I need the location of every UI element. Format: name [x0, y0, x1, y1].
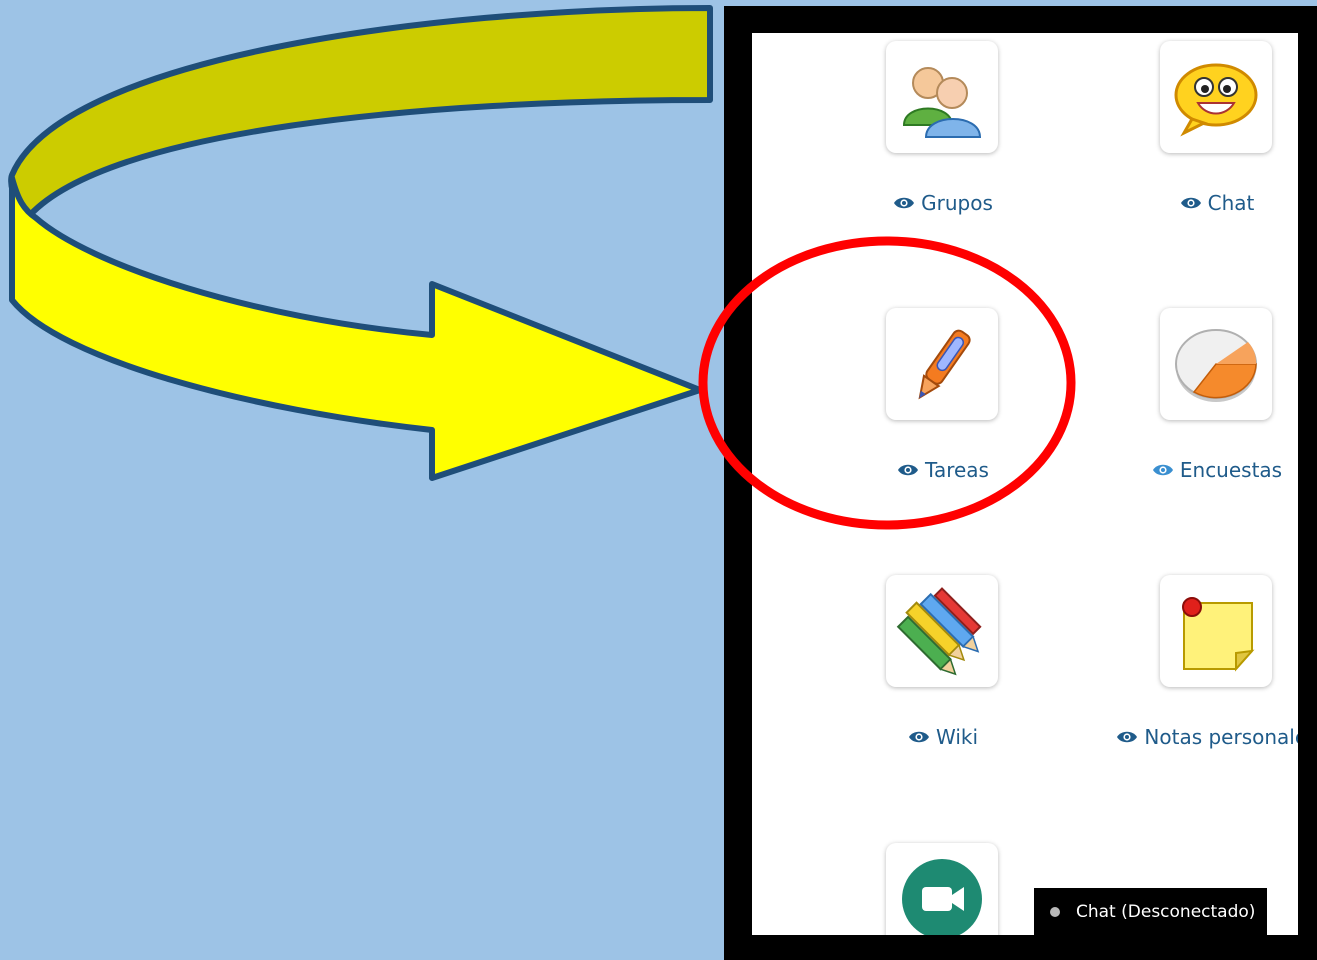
tool-label[interactable]: Chat — [1082, 191, 1298, 215]
groups-icon[interactable] — [886, 41, 998, 153]
eye-icon — [908, 725, 930, 749]
video-camera-icon[interactable] — [886, 843, 998, 935]
tool-label[interactable]: Grupos — [808, 191, 1078, 215]
pie-chart-icon[interactable] — [1160, 308, 1272, 420]
eye-icon — [897, 458, 919, 482]
eye-icon — [1116, 725, 1138, 749]
tool-label[interactable]: Tareas — [808, 458, 1078, 482]
eye-icon — [1152, 458, 1174, 482]
eye-icon — [893, 191, 915, 215]
colored-pencils-icon[interactable] — [886, 575, 998, 687]
eye-icon — [1180, 191, 1202, 215]
chat-smiley-icon[interactable] — [1160, 41, 1272, 153]
course-tools-panel: Grupos Chat Tareas Encuestas Wiki Notas … — [752, 33, 1298, 935]
chat-status-label[interactable]: Chat (Desconectado) — [1076, 902, 1255, 922]
chat-status-button[interactable]: Chat (Desconectado) — [1034, 888, 1267, 936]
offline-status-dot — [1050, 907, 1060, 917]
tool-label[interactable]: Encuestas — [1082, 458, 1298, 482]
tool-label[interactable]: Wiki — [808, 725, 1078, 749]
tool-label[interactable]: Notas personales — [1082, 725, 1298, 749]
pen-icon[interactable] — [886, 308, 998, 420]
sticky-note-icon[interactable] — [1160, 575, 1272, 687]
curved-arrow-graphic — [8, 5, 713, 481]
